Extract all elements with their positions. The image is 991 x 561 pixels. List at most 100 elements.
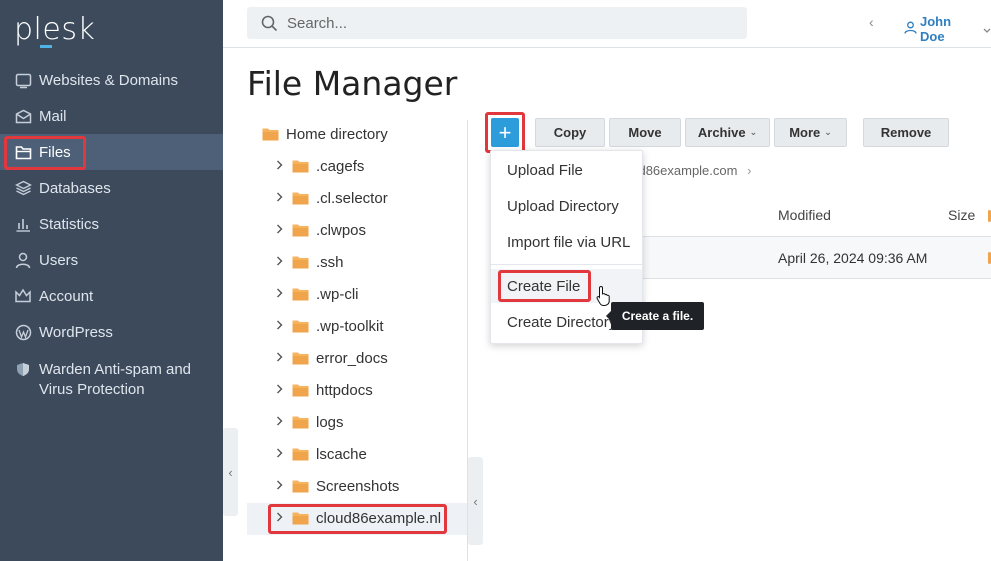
account-icon [12,288,34,304]
sidebar-item-websites-domains[interactable]: Websites & Domains [0,62,223,98]
folder-icon [292,159,309,173]
sidebar-collapse-button[interactable]: ‹ [223,428,238,516]
archive-label: Archive [697,125,746,140]
sidebar-item-label: Account [39,287,94,305]
tree-item-label: lscache [316,445,367,463]
tree-item[interactable]: .cl.selector [272,184,388,212]
sidebar-item-label: Users [39,251,79,269]
folder-icon [292,287,309,301]
chevron-right-icon[interactable] [272,383,286,397]
tree-item-label: logs [316,413,344,431]
folder-icon [292,191,309,205]
tree-item-label: .wp-cli [316,285,359,303]
topbar: ‹ John Doe [223,0,991,48]
archive-button[interactable]: Archive ⌄ [685,118,770,147]
tree-item[interactable]: .cagefs [272,152,364,180]
menu-item-upload-directory[interactable]: Upload Directory [491,189,642,223]
user-menu[interactable]: John Doe [904,14,991,44]
folder-icon [292,223,309,237]
sidebar-item-label: Warden Anti-spam and Virus Protection [39,361,192,398]
sidebar-item-mail[interactable]: Mail [0,98,223,134]
sidebar-item-label: Databases [39,179,111,197]
add-button-highlight-box [485,112,525,153]
wordpress-icon [12,324,34,341]
search-input[interactable] [287,14,707,32]
chevron-right-icon[interactable] [272,287,286,301]
move-button[interactable]: Move [609,118,681,147]
tree-item[interactable]: .ssh [272,248,344,276]
table-row-divider [643,278,991,279]
sidebar: plesk Websites & Domains Mail Files Data… [0,0,223,561]
folder-icon [292,415,309,429]
chevron-right-icon[interactable] [272,415,286,429]
sidebar-item-label: WordPress [39,323,113,341]
chevron-right-icon[interactable] [272,191,286,205]
more-button[interactable]: More ⌄ [774,118,847,147]
menu-item-import-url[interactable]: Import file via URL [491,225,642,259]
tree-item[interactable]: logs [272,408,344,436]
sidebar-item-warden[interactable]: Warden Anti-spam and Virus Protection [0,354,223,398]
tree-item[interactable]: .wp-cli [272,280,359,308]
chevron-down-icon [983,22,991,37]
database-icon [12,180,34,196]
bar-chart-icon [12,216,34,232]
create-file-highlight-box [498,270,591,302]
tree-item-label: error_docs [316,349,388,367]
back-button[interactable]: ‹ [869,14,874,30]
sidebar-item-users[interactable]: Users [0,242,223,278]
chevron-right-icon[interactable] [272,159,286,173]
tree-item-home-directory[interactable]: Home directory [262,120,388,148]
search-icon [261,15,278,32]
tree-item-label: Home directory [286,125,388,143]
sidebar-item-databases[interactable]: Databases [0,170,223,206]
chevron-right-icon[interactable] [272,319,286,333]
chevron-down-icon: ⌄ [824,127,832,137]
breadcrumb-separator: › [747,163,752,178]
remove-label: Remove [880,125,932,140]
copy-button[interactable]: Copy [535,118,605,147]
sidebar-item-account[interactable]: Account [0,278,223,314]
search-box[interactable] [247,7,747,39]
tree-item-label: .cl.selector [316,189,388,207]
logo-accent [40,45,52,48]
tree-item-label: httpdocs [316,381,373,399]
tree-item[interactable]: Screenshots [272,472,399,500]
folder-icon [292,319,309,333]
tree-item[interactable]: .clwpos [272,216,366,244]
menu-separator [491,264,642,265]
folder-icon [262,127,279,141]
tree-collapse-button[interactable]: ‹ [468,457,483,545]
column-header-size[interactable]: Size [948,207,975,223]
folder-icon [292,447,309,461]
sidebar-item-label: Websites & Domains [39,71,178,89]
column-header-modified[interactable]: Modified [778,207,831,223]
breadcrumb: oud86example.com › [624,163,751,178]
folder-icon [292,383,309,397]
sidebar-item-statistics[interactable]: Statistics [0,206,223,242]
plesk-logo[interactable]: plesk [14,12,95,48]
mail-icon [12,109,34,124]
chevron-right-icon[interactable] [272,447,286,461]
chevron-right-icon[interactable] [272,255,286,269]
more-label: More [789,125,821,140]
folder-icon [292,255,309,269]
tree-item-label: .wp-toolkit [316,317,384,335]
tree-item[interactable]: error_docs [272,344,388,372]
chevron-right-icon[interactable] [272,479,286,493]
globe-icon [12,72,34,89]
move-label: Move [628,125,662,140]
copy-label: Copy [553,125,587,140]
sidebar-item-wordpress[interactable]: WordPress [0,314,223,350]
tooltip: Create a file. [606,302,704,330]
page-title: File Manager [247,64,458,103]
chevron-right-icon[interactable] [272,351,286,365]
hand-cursor-icon [596,285,613,312]
folder-icon [292,351,309,365]
tree-item[interactable]: .wp-toolkit [272,312,384,340]
tree-item[interactable]: httpdocs [272,376,373,404]
folder-icon [292,479,309,493]
tree-item[interactable]: lscache [272,440,367,468]
remove-button[interactable]: Remove [863,118,949,147]
chevron-right-icon[interactable] [272,223,286,237]
menu-item-upload-file[interactable]: Upload File [491,153,642,187]
